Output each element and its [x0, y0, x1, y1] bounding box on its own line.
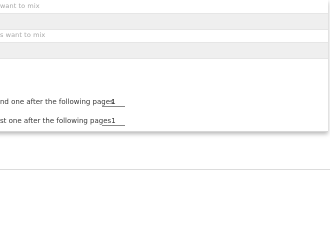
- alternate-second-pages-input[interactable]: [102, 116, 125, 126]
- first-file-field[interactable]: [0, 13, 328, 30]
- section-divider: [0, 169, 330, 170]
- alternate-first-label: nd one after the following pages: [0, 98, 114, 106]
- alternate-second-label: st one after the following pages: [0, 117, 112, 125]
- alternate-first-pages-input[interactable]: [102, 97, 125, 107]
- mix-settings-panel: want to mix s want to mix nd one after t…: [0, 0, 328, 132]
- second-file-field[interactable]: [0, 42, 328, 59]
- second-file-placeholder: s want to mix: [0, 31, 46, 39]
- first-file-placeholder: want to mix: [0, 2, 40, 10]
- merge-options-page: want to mix s want to mix nd one after t…: [0, 0, 330, 220]
